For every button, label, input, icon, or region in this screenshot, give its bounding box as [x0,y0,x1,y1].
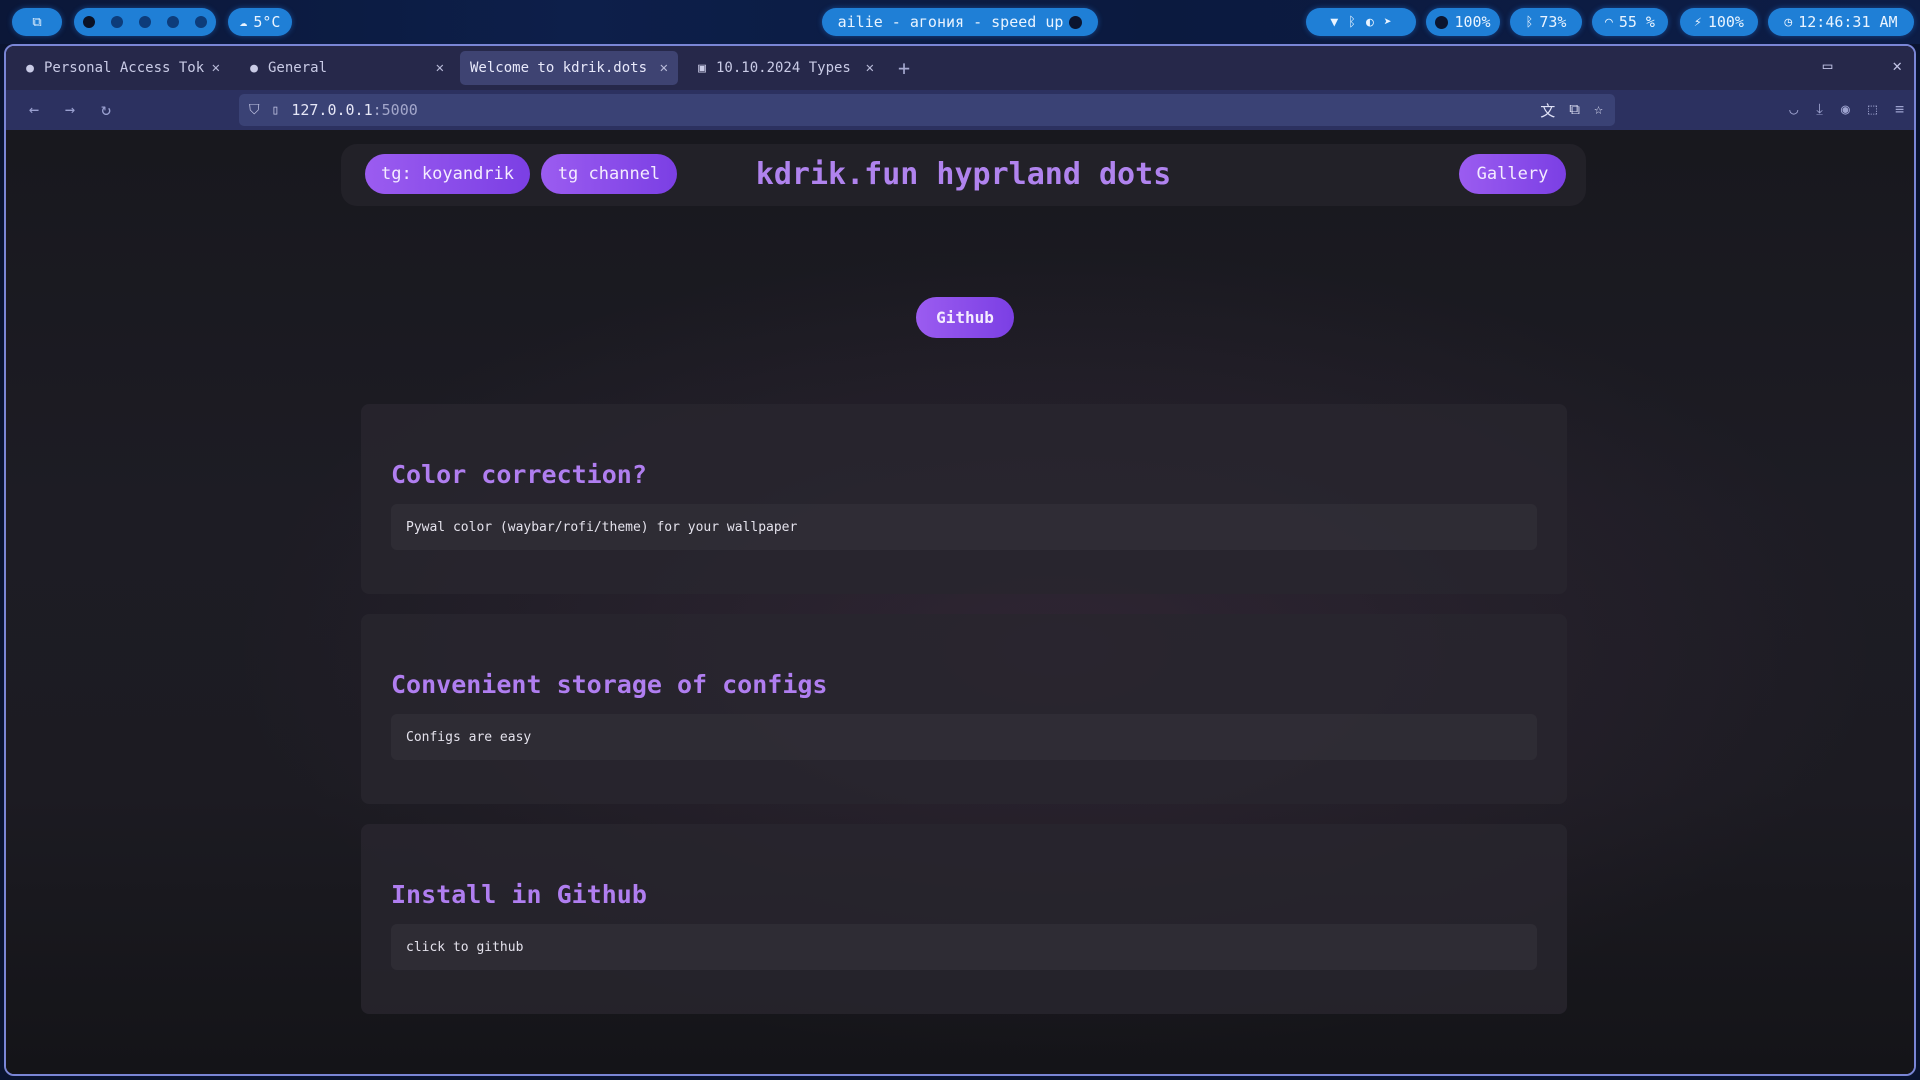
tab-types-of[interactable]: ▣ 10.10.2024 Types of ✕ [684,51,884,85]
window-close-icon[interactable]: ✕ [1892,56,1902,75]
bookmark-star-icon[interactable]: ☆ [1594,100,1603,121]
battery-value: 100% [1707,13,1744,31]
feature-card[interactable]: Install in Github click to github [361,824,1567,1014]
translate-page-icon[interactable]: ⧉ [1569,100,1580,121]
wifi-value: 55 % [1618,13,1655,31]
url-bar[interactable]: ⛉ ▯ 127.0.0.1:5000 文 ⧉ ☆ [239,94,1615,126]
battery-widget[interactable]: ⚡ 100% [1680,8,1758,36]
close-icon[interactable]: ✕ [436,60,444,76]
workspace-1[interactable] [83,16,95,28]
shield-icon[interactable]: ⛉ [249,102,260,118]
tab-title: General [268,60,328,76]
steam-icon[interactable]: ◐ [1366,15,1374,30]
tab-title: 10.10.2024 Types of [716,60,860,76]
image-icon: ▣ [698,60,706,76]
clock-widget[interactable]: ◷ 12:46:31 AM [1768,8,1914,36]
close-icon[interactable]: ✕ [866,60,874,76]
wifi-widget[interactable]: ◠ 55 % [1592,8,1668,36]
translate-icon[interactable]: 文 [1540,100,1555,121]
workspace-2[interactable] [111,16,123,28]
account-icon[interactable]: ◉ [1841,100,1850,118]
gallery-button[interactable]: Gallery [1459,154,1566,194]
bluetooth-icon: ᛒ [1525,14,1534,30]
pocket-icon[interactable]: ◡ [1789,100,1798,118]
workspace-3[interactable] [139,16,151,28]
close-icon[interactable]: ✕ [660,60,668,76]
forward-button[interactable]: → [52,100,88,120]
card-text: Pywal color (waybar/rofi/theme) for your… [391,504,1537,550]
bluetooth-value: 73% [1539,13,1567,31]
page-content: tg: koyandrik tg channel kdrik.fun hyprl… [6,130,1914,1074]
waybar: ⧉ ☁ 5°C ailie - агония - speed up ▼ ᛒ ◐ … [0,0,1920,44]
card-title: Color correction? [391,460,647,489]
network-icon[interactable]: ▼ [1330,15,1338,30]
url-port: :5000 [372,101,418,119]
tab-title: Personal Access Tok [44,60,205,76]
card-title: Convenient storage of configs [391,670,828,699]
close-icon[interactable]: ✕ [212,60,220,76]
volume-icon [1435,15,1449,29]
card-text[interactable]: click to github [391,924,1537,970]
github-icon: ● [250,60,258,76]
tab-overview-icon[interactable]: ▭ [1823,56,1833,75]
card-title: Install in Github [391,880,647,909]
download-icon[interactable]: ⤓ [1816,100,1823,118]
tab-title: Welcome to kdrik.dots [470,60,648,76]
feature-card: Convenient storage of configs Configs ar… [361,614,1567,804]
volume-widget[interactable]: 100% [1426,8,1500,36]
site-header: tg: koyandrik tg channel kdrik.fun hyprl… [341,144,1586,206]
bluetooth-widget[interactable]: ᛒ 73% [1510,8,1582,36]
spotify-icon [1069,15,1083,29]
tab-personal-access-tokens[interactable]: ● Personal Access Tok ✕ [12,51,230,85]
feature-card: Color correction? Pywal color (waybar/ro… [361,404,1567,594]
wifi-icon: ◠ [1605,14,1613,30]
tab-bar: ● Personal Access Tok ✕ ● General ✕ Welc… [6,46,1914,90]
volume-value: 100% [1454,13,1491,31]
tab-welcome-kdrik-dots[interactable]: Welcome to kdrik.dots ✕ [460,51,678,85]
url-host: 127.0.0.1 [291,101,373,119]
battery-icon: ⚡ [1694,14,1702,30]
telegram-icon[interactable]: ➤ [1384,15,1392,30]
weather-widget[interactable]: ☁ 5°C [228,8,292,36]
browser-window: ● Personal Access Tok ✕ ● General ✕ Welc… [4,44,1916,1076]
reload-button[interactable]: ↻ [88,100,124,120]
card-text: Configs are easy [391,714,1537,760]
new-tab-button[interactable]: + [898,56,910,80]
tray[interactable]: ▼ ᛒ ◐ ➤ [1306,8,1416,36]
clock-value: 12:46:31 AM [1798,13,1898,31]
music-title: ailie - агония - speed up [837,13,1064,31]
github-icon: ● [26,60,34,76]
extensions-icon[interactable]: ⬚ [1868,100,1877,118]
weather-temp: 5°C [253,13,281,31]
menu-icon[interactable]: ≡ [1895,100,1904,118]
workspace-5[interactable] [195,16,207,28]
back-button[interactable]: ← [16,100,52,120]
nav-bar: ← → ↻ ⛉ ▯ 127.0.0.1:5000 文 ⧉ ☆ ◡ ⤓ ◉ ⬚ ≡ [6,90,1914,130]
launcher-icon: ⧉ [32,14,42,30]
workspace-4[interactable] [167,16,179,28]
bluetooth-tray-icon[interactable]: ᛒ [1348,15,1356,30]
clock-icon: ◷ [1784,14,1793,30]
music-widget[interactable]: ailie - агония - speed up [822,8,1098,36]
cloud-icon: ☁ [239,14,248,30]
launcher-button[interactable]: ⧉ [12,8,62,36]
github-button[interactable]: Github [916,297,1014,338]
page-icon[interactable]: ▯ [272,103,280,118]
site-title: kdrik.fun hyprland dots [755,157,1172,192]
tab-general[interactable]: ● General ✕ [236,51,454,85]
workspaces[interactable] [74,8,216,36]
